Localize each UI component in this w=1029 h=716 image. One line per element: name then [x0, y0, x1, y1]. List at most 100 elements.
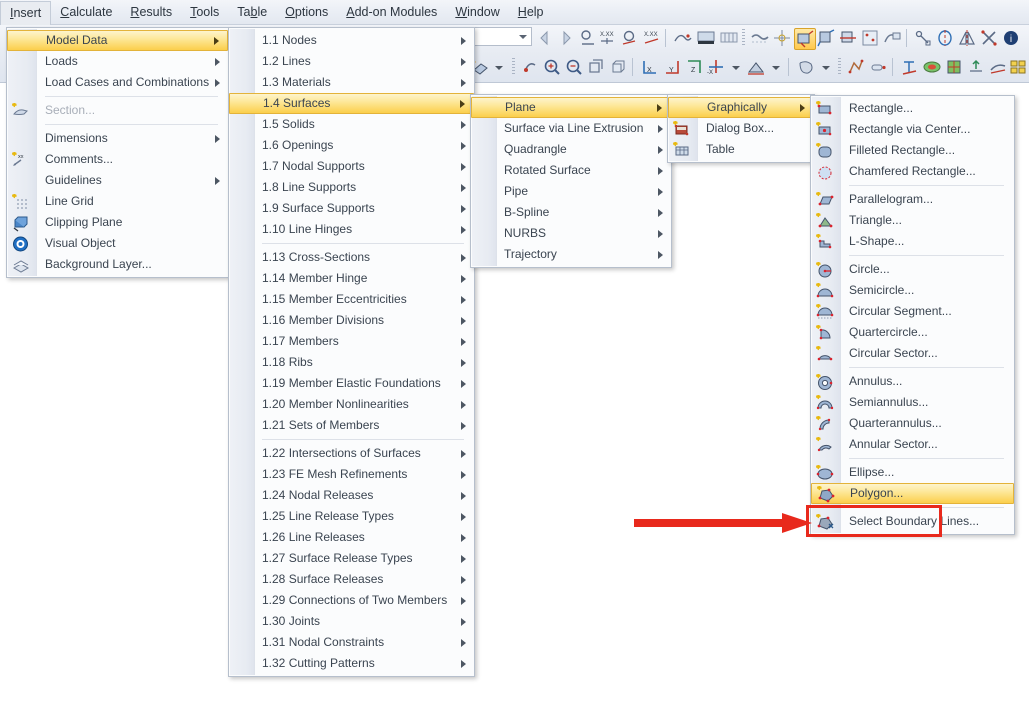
model-data-item-1-9-surface-supports[interactable]: 1.9 Surface Supports	[229, 198, 474, 219]
model-data-item-1-29-connections-of-two-members[interactable]: 1.29 Connections of Two Members	[229, 590, 474, 611]
model-data-item-1-16-member-divisions[interactable]: 1.16 Member Divisions	[229, 310, 474, 331]
model-data-item-1-5-solids[interactable]: 1.5 Solids	[229, 114, 474, 135]
graphically-item-circle[interactable]: Circle...	[811, 259, 1014, 280]
dim-icon-1[interactable]	[578, 28, 598, 48]
insert-menu-item-guidelines[interactable]: Guidelines	[7, 170, 228, 191]
measure-icon[interactable]	[913, 28, 933, 48]
line-tool-icon[interactable]	[868, 57, 888, 77]
model-data-item-1-1-nodes[interactable]: 1.1 Nodes	[229, 30, 474, 51]
graphically-item-rectangle-via-center[interactable]: Rectangle via Center...	[811, 119, 1014, 140]
model-data-item-1-27-surface-release-types[interactable]: 1.27 Surface Release Types	[229, 548, 474, 569]
surfaces-item-surface-via-line-extrusion[interactable]: Surface via Line Extrusion	[471, 118, 671, 139]
delete-x-icon[interactable]	[979, 28, 999, 48]
view-negative-x-icon[interactable]: -X	[706, 57, 726, 77]
work-plane-yz-icon[interactable]	[816, 28, 836, 48]
solid-colors-icon[interactable]	[944, 57, 964, 77]
surfaces-item-trajectory[interactable]: Trajectory	[471, 244, 671, 265]
render-icon[interactable]	[673, 28, 693, 48]
graphically-item-quartercircle[interactable]: Quartercircle...	[811, 322, 1014, 343]
model-data-item-1-10-line-hinges[interactable]: 1.10 Line Hinges	[229, 219, 474, 240]
plane-item-table[interactable]: Table	[668, 139, 814, 160]
object-snap-icon[interactable]	[882, 28, 902, 48]
graphically-item-triangle[interactable]: Triangle...	[811, 210, 1014, 231]
model-data-item-1-7-nodal-supports[interactable]: 1.7 Nodal Supports	[229, 156, 474, 177]
insert-menu-item-line-grid[interactable]: Line Grid	[7, 191, 228, 212]
graphically-item-annular-sector[interactable]: Annular Sector...	[811, 434, 1014, 455]
insert-menu-item-clipping-plane[interactable]: Clipping Plane	[7, 212, 228, 233]
mirror-icon[interactable]	[957, 28, 977, 48]
info-icon[interactable]: i	[1001, 28, 1021, 48]
model-data-item-1-22-intersections-of-surfaces[interactable]: 1.22 Intersections of Surfaces	[229, 443, 474, 464]
model-data-item-1-14-member-hinge[interactable]: 1.14 Member Hinge	[229, 268, 474, 289]
model-data-item-1-2-lines[interactable]: 1.2 Lines	[229, 51, 474, 72]
graphically-item-l-shape[interactable]: L-Shape...	[811, 231, 1014, 252]
graphically-item-semiannulus[interactable]: Semiannulus...	[811, 392, 1014, 413]
contour-icon[interactable]	[922, 57, 942, 77]
model-data-item-1-19-member-elastic-foundations[interactable]: 1.19 Member Elastic Foundations	[229, 373, 474, 394]
graphically-item-circular-sector[interactable]: Circular Sector...	[811, 343, 1014, 364]
surfaces-item-b-spline[interactable]: B-Spline	[471, 202, 671, 223]
surfaces-item-quadrangle[interactable]: Quadrangle	[471, 139, 671, 160]
view-x-icon[interactable]: X	[640, 57, 660, 77]
rotate-axis-icon[interactable]	[935, 28, 955, 48]
model-data-item-1-32-cutting-patterns[interactable]: 1.32 Cutting Patterns	[229, 653, 474, 674]
menubar-item-tools[interactable]: Tools	[181, 0, 228, 24]
dim-icon-4[interactable]: X.XX	[642, 28, 662, 48]
graphically-item-polygon[interactable]: Polygon...	[811, 483, 1014, 504]
insert-menu-item-visual-object[interactable]: Visual Object	[7, 233, 228, 254]
model-data-item-1-13-cross-sections[interactable]: 1.13 Cross-Sections	[229, 247, 474, 268]
surfaces-item-pipe[interactable]: Pipe	[471, 181, 671, 202]
view-z-icon[interactable]: Z	[684, 57, 704, 77]
polyline-icon[interactable]	[846, 57, 866, 77]
menubar-item-help[interactable]: Help	[509, 0, 553, 24]
work-plane-xy-icon[interactable]	[794, 28, 816, 50]
menubar-item-calculate[interactable]: Calculate	[51, 0, 121, 24]
graphically-item-semicircle[interactable]: Semicircle...	[811, 280, 1014, 301]
zoom-extents-icon[interactable]	[586, 57, 606, 77]
graphically-item-quarterannulus[interactable]: Quarterannulus...	[811, 413, 1014, 434]
select-object-icon[interactable]	[520, 57, 540, 77]
plane-item-graphically[interactable]: Graphically	[668, 97, 814, 118]
model-data-item-1-24-nodal-releases[interactable]: 1.24 Nodal Releases	[229, 485, 474, 506]
model-data-item-1-3-materials[interactable]: 1.3 Materials	[229, 72, 474, 93]
dim-icon-3[interactable]	[620, 28, 640, 48]
model-data-item-1-25-line-release-types[interactable]: 1.25 Line Release Types	[229, 506, 474, 527]
nav-forward-icon[interactable]	[556, 28, 576, 48]
grid-points-icon[interactable]	[860, 28, 880, 48]
shading-icon[interactable]	[746, 57, 766, 77]
graphically-item-rectangle[interactable]: Rectangle...	[811, 98, 1014, 119]
solid-model-icon[interactable]	[796, 57, 816, 77]
menubar-item-window[interactable]: Window	[446, 0, 508, 24]
model-data-item-1-6-openings[interactable]: 1.6 Openings	[229, 135, 474, 156]
section-cut-icon[interactable]	[988, 57, 1008, 77]
insert-menu-item-load-cases-and-combinations[interactable]: Load Cases and Combinations	[7, 72, 228, 93]
work-plane-xz-icon[interactable]	[838, 28, 858, 48]
insert-menu-item-comments[interactable]: xx Comments...	[7, 149, 228, 170]
axes-icon[interactable]	[900, 57, 920, 77]
graphically-item-ellipse[interactable]: Ellipse...	[811, 462, 1014, 483]
graphically-item-filleted-rectangle[interactable]: Filleted Rectangle...	[811, 140, 1014, 161]
toolbar-combo[interactable]	[470, 27, 532, 46]
insert-menu-item-section[interactable]: Section...	[7, 100, 228, 121]
model-data-item-1-17-members[interactable]: 1.17 Members	[229, 331, 474, 352]
surfaces-item-plane[interactable]: Plane	[471, 97, 671, 118]
deformation-icon[interactable]	[966, 57, 986, 77]
model-data-item-1-26-line-releases[interactable]: 1.26 Line Releases	[229, 527, 474, 548]
model-data-item-1-8-line-supports[interactable]: 1.8 Line Supports	[229, 177, 474, 198]
dropdown-arrow-icon[interactable]	[489, 57, 509, 77]
solid-dropdown-icon[interactable]	[816, 57, 836, 77]
model-data-item-1-23-fe-mesh-refinements[interactable]: 1.23 FE Mesh Refinements	[229, 464, 474, 485]
model-data-item-1-20-member-nonlinearities[interactable]: 1.20 Member Nonlinearities	[229, 394, 474, 415]
snap-grid-icon[interactable]	[772, 28, 792, 48]
graphically-item-parallelogram[interactable]: Parallelogram...	[811, 189, 1014, 210]
dim-icon-2[interactable]: X.XX	[598, 28, 618, 48]
model-data-item-1-18-ribs[interactable]: 1.18 Ribs	[229, 352, 474, 373]
insert-menu-item-loads[interactable]: Loads	[7, 51, 228, 72]
menubar-item-table[interactable]: Table	[228, 0, 276, 24]
view-dropdown-icon[interactable]	[726, 57, 746, 77]
graphically-item-circular-segment[interactable]: Circular Segment...	[811, 301, 1014, 322]
menubar-item-options[interactable]: Options	[276, 0, 337, 24]
zoom-in-icon[interactable]	[542, 57, 562, 77]
panels-icon[interactable]	[1008, 57, 1028, 77]
insert-menu-item-dimensions[interactable]: Dimensions	[7, 128, 228, 149]
